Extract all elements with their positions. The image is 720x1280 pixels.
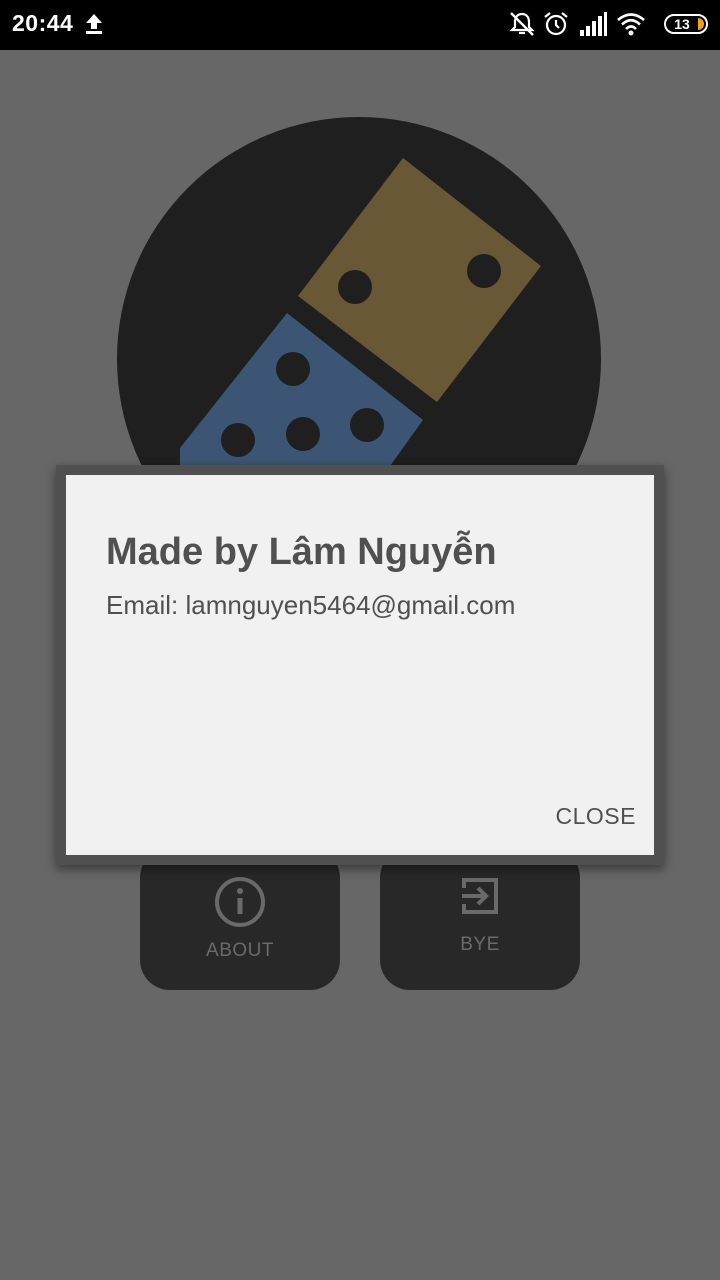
- about-dialog: Made by Lâm Nguyễn Email: lamnguyen5464@…: [66, 475, 654, 855]
- dialog-message: Email: lamnguyen5464@gmail.com: [106, 590, 516, 620]
- info-icon: [214, 876, 266, 933]
- dialog-title: Made by Lâm Nguyễn: [106, 531, 497, 573]
- bye-label: BYE: [460, 934, 500, 955]
- exit-icon: [460, 876, 500, 921]
- bye-button[interactable]: BYE: [380, 848, 580, 990]
- about-button[interactable]: ABOUT: [140, 848, 340, 990]
- about-label: ABOUT: [206, 940, 274, 961]
- close-button[interactable]: CLOSE: [556, 803, 636, 830]
